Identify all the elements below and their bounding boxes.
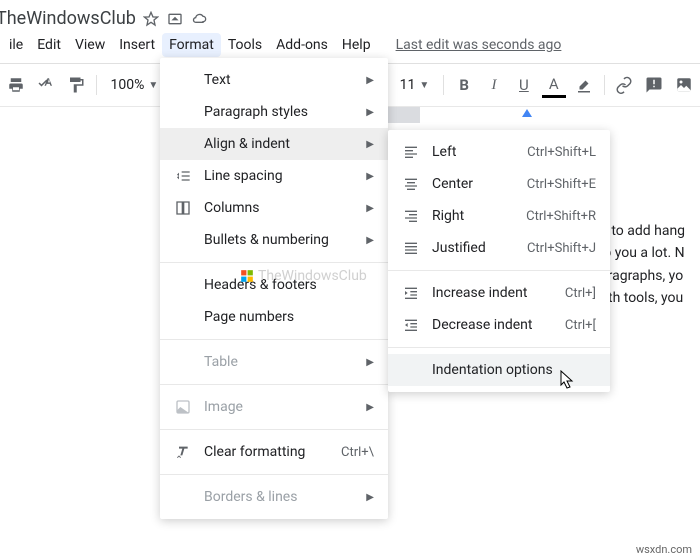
star-icon[interactable]: [142, 10, 160, 28]
doc-title[interactable]: TheWindowsClub: [0, 8, 136, 29]
line-spacing-icon: [172, 167, 194, 185]
blank-icon: [172, 276, 194, 294]
paint-format-icon[interactable]: [64, 72, 88, 98]
italic-button[interactable]: I: [482, 72, 506, 98]
format-paragraph[interactable]: Paragraph styles ▶: [160, 96, 388, 128]
align-center[interactable]: Center Ctrl+Shift+E: [388, 168, 610, 200]
image-icon: [172, 398, 194, 416]
blank-icon: [400, 361, 422, 379]
chevron-right-icon: ▶: [366, 235, 374, 246]
zoom-value: 100%: [111, 77, 145, 93]
menu-format[interactable]: Format: [162, 33, 221, 57]
footer-credit: wsxdn.com: [636, 543, 692, 556]
format-align-indent[interactable]: Align & indent ▶: [160, 128, 388, 160]
text-color-button[interactable]: A: [542, 72, 566, 98]
chevron-right-icon: ▶: [366, 402, 374, 413]
separator: [443, 75, 444, 95]
underline-button[interactable]: U: [512, 72, 536, 98]
menu-file[interactable]: ile: [2, 33, 30, 57]
format-dropdown: Text ▶ Paragraph styles ▶ Align & indent…: [160, 58, 388, 519]
chevron-right-icon: ▶: [366, 171, 374, 182]
watermark: TheWindowsClub: [240, 268, 367, 284]
menu-tools[interactable]: Tools: [221, 33, 269, 57]
indent-marker-icon[interactable]: [522, 109, 532, 117]
bold-button[interactable]: B: [452, 72, 476, 98]
link-icon[interactable]: [612, 72, 636, 98]
blank-icon: [172, 488, 194, 506]
menu-view[interactable]: View: [68, 33, 112, 57]
format-columns[interactable]: Columns ▶: [160, 192, 388, 224]
menu-addons[interactable]: Add-ons: [269, 33, 335, 57]
separator: [604, 75, 605, 95]
blank-icon: [172, 231, 194, 249]
font-size-value: 11: [400, 77, 416, 93]
divider: [160, 384, 388, 385]
last-edit-link[interactable]: Last edit was seconds ago: [396, 37, 562, 53]
align-center-icon: [400, 175, 422, 193]
clear-formatting-icon: [172, 443, 194, 461]
columns-icon: [172, 199, 194, 217]
divider: [160, 262, 388, 263]
align-right[interactable]: Right Ctrl+Shift+R: [388, 200, 610, 232]
chevron-right-icon: ▶: [366, 357, 374, 368]
align-justified[interactable]: Justified Ctrl+Shift+J: [388, 232, 610, 264]
format-line-spacing[interactable]: Line spacing ▶: [160, 160, 388, 192]
blank-icon: [172, 103, 194, 121]
divider: [160, 339, 388, 340]
blank-icon: [172, 71, 194, 89]
chevron-right-icon: ▶: [366, 139, 374, 150]
cloud-icon[interactable]: [190, 10, 208, 28]
align-left-icon: [400, 143, 422, 161]
chevron-down-icon: ▼: [148, 80, 158, 91]
increase-indent-icon: [400, 284, 422, 302]
decrease-indent[interactable]: Decrease indent Ctrl+[: [388, 309, 610, 341]
blank-icon: [172, 353, 194, 371]
move-icon[interactable]: [166, 10, 184, 28]
decrease-indent-icon: [400, 316, 422, 334]
cursor-icon: [558, 370, 576, 396]
align-justified-icon: [400, 239, 422, 257]
print-icon[interactable]: [4, 72, 28, 98]
separator: [96, 75, 97, 95]
align-left[interactable]: Left Ctrl+Shift+L: [388, 136, 610, 168]
chevron-right-icon: ▶: [366, 203, 374, 214]
image-icon[interactable]: [672, 72, 696, 98]
format-text[interactable]: Text ▶: [160, 64, 388, 96]
blank-icon: [172, 135, 194, 153]
format-bullets[interactable]: Bullets & numbering ▶: [160, 224, 388, 256]
format-borders: Borders & lines ▶: [160, 481, 388, 513]
align-submenu: Left Ctrl+Shift+L Center Ctrl+Shift+E Ri…: [388, 130, 610, 392]
divider: [388, 347, 610, 348]
divider: [160, 429, 388, 430]
menu-help[interactable]: Help: [335, 33, 378, 57]
blank-icon: [172, 308, 194, 326]
increase-indent[interactable]: Increase indent Ctrl+]: [388, 277, 610, 309]
format-image: Image ▶: [160, 391, 388, 423]
font-size-selector[interactable]: 11 ▼: [394, 77, 436, 93]
spellcheck-icon[interactable]: [34, 72, 58, 98]
document-text[interactable]: g to add hang lp you a lot. N aragraphs,…: [600, 220, 700, 310]
chevron-right-icon: ▶: [366, 492, 374, 503]
format-clear[interactable]: Clear formatting Ctrl+\: [160, 436, 388, 468]
divider: [388, 270, 610, 271]
chevron-right-icon: ▶: [366, 75, 374, 86]
zoom-selector[interactable]: 100% ▼: [105, 77, 165, 93]
highlight-icon[interactable]: [572, 72, 596, 98]
indentation-options[interactable]: Indentation options: [388, 354, 610, 386]
menu-edit[interactable]: Edit: [30, 33, 68, 57]
format-table: Table ▶: [160, 346, 388, 378]
align-right-icon: [400, 207, 422, 225]
chevron-down-icon: ▼: [419, 80, 429, 91]
chevron-right-icon: ▶: [366, 107, 374, 118]
divider: [160, 474, 388, 475]
format-page-numbers[interactable]: Page numbers: [160, 301, 388, 333]
menu-insert[interactable]: Insert: [112, 33, 162, 57]
comment-icon[interactable]: [642, 72, 666, 98]
